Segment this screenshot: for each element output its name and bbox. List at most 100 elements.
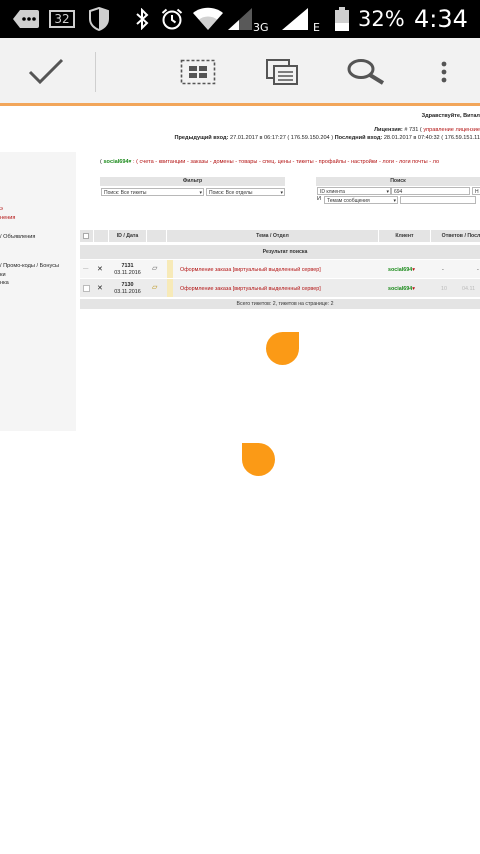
toolbar-divider [95, 52, 96, 92]
select-all-cell [80, 230, 93, 242]
web-search-button[interactable] [338, 38, 394, 106]
search-topic-input[interactable] [400, 196, 476, 204]
chevron-down-icon: ▾ [412, 267, 415, 273]
filter-title: Фильтр [100, 177, 285, 186]
search-input[interactable]: 694 [391, 187, 470, 195]
calendar-notification-icon: 32 [49, 0, 75, 38]
close-icon[interactable]: ✕ [97, 266, 103, 273]
ticket-last: 04.11 [462, 286, 476, 292]
sidebar-item[interactable]: / Объявления [0, 234, 35, 241]
result-title: Результат поиска [80, 245, 480, 259]
ticket-subject[interactable]: Оформление заказа [виртуальный выделенны… [180, 267, 321, 274]
filter-departments-select[interactable]: Поиск: Все отделы ▾ [206, 188, 285, 196]
row-checkbox[interactable] [83, 285, 90, 292]
client-user-caret-icon: ▾ [128, 159, 132, 165]
battery-percent: 32% [358, 7, 405, 31]
signal-e-icon [281, 0, 309, 38]
battery-icon [334, 0, 350, 38]
license-label: Лицензия: [374, 127, 403, 133]
message-notification-icon [12, 0, 40, 38]
client-link[interactable]: social694 [388, 286, 412, 292]
check-icon [28, 58, 64, 85]
ticket-date: 03.11.2016 [114, 289, 141, 295]
ticket-subject[interactable]: Оформление заказа [виртуальный выделенны… [180, 286, 321, 293]
ticket-answers: 10 [441, 286, 447, 292]
client-user-link[interactable]: social694 [103, 159, 128, 165]
web-page: Здравствуйте, Витал Лицензия: # 731 ( уп… [0, 106, 480, 854]
select-all-button[interactable] [170, 38, 226, 106]
column-client[interactable]: Клиент [379, 230, 430, 242]
ticket-client[interactable]: social694▾ [388, 286, 415, 293]
filter-tickets-value: Поиск: Все тикеты [104, 190, 147, 196]
login-info-line: Предыдущий вход: 27.01.2017 в 06:17:27 (… [174, 135, 480, 142]
wifi-icon [192, 0, 224, 38]
select-all-icon [180, 59, 216, 85]
search-field-select[interactable]: ID клиента ▾ [317, 187, 391, 195]
table-footer: Всего тикетов: 2, тикетов на странице: 2 [80, 299, 480, 309]
sidebar-item[interactable]: / Промо-коды / Бонусы [0, 263, 59, 270]
search-extra-field[interactable]: Н [472, 187, 480, 195]
loading-indicator [242, 443, 275, 476]
license-manage-link[interactable]: управление лицензие [423, 127, 480, 133]
filter-tickets-select[interactable]: Поиск: Все тикеты ▾ [101, 188, 204, 196]
open-ticket-icon[interactable]: ▱ [152, 284, 157, 291]
select-all-checkbox[interactable] [83, 233, 89, 239]
header-blank [147, 230, 166, 242]
ticket-client[interactable]: social694▾ [388, 267, 415, 274]
done-button[interactable] [16, 38, 76, 106]
client-nav: ( social694▾ : ( счета - квитанции - зак… [100, 159, 439, 166]
ticket-id[interactable]: 7130 [109, 282, 146, 289]
search-topic-select[interactable]: Темам сообщения ▾ [324, 196, 398, 204]
copy-button[interactable] [254, 38, 310, 106]
search-title: Поиск [316, 177, 480, 186]
prev-login-value: 27.01.2017 в 06:17:27 ( 176.59.150.204 ) [229, 135, 334, 141]
filter-departments-value: Поиск: Все отделы [209, 190, 253, 196]
notification-count: 32 [49, 10, 75, 28]
clock: 4:34 [414, 5, 468, 33]
sidebar-item[interactable]: э [0, 206, 3, 213]
search-icon [347, 59, 385, 85]
text-selection-toolbar [0, 38, 480, 106]
chevron-down-icon: ▾ [412, 286, 415, 292]
ticket-answers: - [442, 267, 444, 273]
more-options-button[interactable] [430, 38, 458, 106]
search-row2-prefix: И [317, 196, 322, 202]
sidebar [0, 152, 76, 431]
priority-marker [167, 260, 173, 278]
client-nav-links[interactable]: : ( счета - квитанции - заказы - домены … [133, 159, 439, 165]
ticket-last: - [477, 267, 479, 273]
last-login-label: Последний вход: [334, 135, 383, 141]
greeting: Здравствуйте, Витал [421, 113, 480, 119]
chevron-down-icon: ▾ [199, 190, 202, 196]
copy-icon [266, 59, 298, 85]
signal-3g-icon [227, 0, 253, 38]
prev-login-label: Предыдущий вход: [174, 135, 229, 141]
sidebar-item[interactable]: ки [0, 272, 6, 279]
column-id-date[interactable]: ID / Дата [109, 230, 146, 242]
search-field-value: ID клиента [320, 189, 345, 195]
header-blank [94, 230, 108, 242]
column-subject[interactable]: Тема / Отдел [167, 230, 378, 242]
shield-icon [88, 0, 110, 38]
license-line: Лицензия: # 731 ( управление лицензие [374, 127, 480, 134]
ticket-id[interactable]: 7131 [109, 263, 146, 270]
alarm-icon [160, 0, 184, 38]
chevron-down-icon: ▾ [386, 189, 389, 195]
open-ticket-icon[interactable]: ▱ [152, 265, 157, 272]
sidebar-item[interactable]: нка [0, 280, 9, 287]
loading-indicator [266, 332, 299, 365]
close-icon[interactable]: ✕ [97, 285, 103, 292]
more-icon [441, 61, 447, 83]
sidebar-item[interactable]: нения [0, 215, 15, 222]
chevron-down-icon: ▾ [280, 190, 283, 196]
ticket-date: 03.11.2016 [114, 270, 141, 276]
row-mark: — [83, 266, 89, 272]
client-link[interactable]: social694 [388, 267, 412, 273]
bluetooth-icon [134, 0, 150, 38]
status-bar: 32 3G E 32% 4:34 [0, 0, 480, 38]
license-value: # 731 ( [404, 127, 422, 133]
chevron-down-icon: ▾ [393, 198, 396, 204]
last-login-value: 28.01.2017 в 07:40:32 ( 176.59.151.11 [383, 135, 480, 141]
column-answers[interactable]: Ответов / Посл [431, 230, 480, 242]
search-topic-value: Темам сообщения [327, 198, 370, 204]
